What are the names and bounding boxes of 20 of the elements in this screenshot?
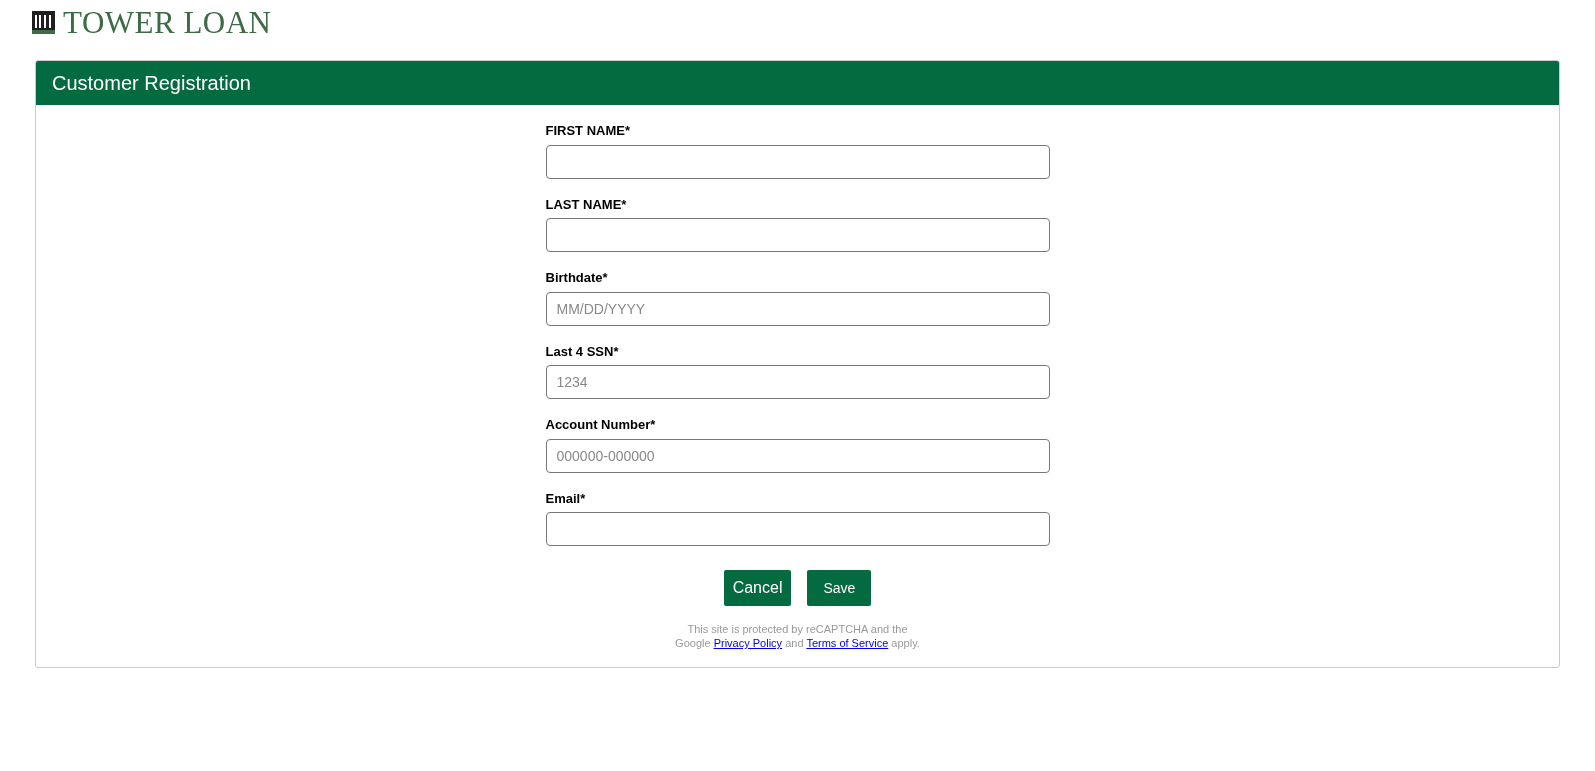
save-button[interactable]: Save (807, 570, 872, 606)
input-field[interactable] (545, 512, 1050, 546)
field-label: Birthdate* (545, 269, 609, 287)
cancel-button[interactable]: Cancel (723, 570, 792, 606)
input-field[interactable]: 1234 (545, 365, 1050, 399)
input-field[interactable]: MM/DD/YYYY (545, 291, 1050, 326)
field-label: Email* (545, 489, 587, 508)
terms-link[interactable]: Terms of Service (806, 637, 889, 650)
field-label: LAST NAME* (545, 195, 628, 214)
card-title: Customer Registration (36, 61, 1559, 105)
field-label: Last 4 SSN* (545, 342, 620, 361)
input-field[interactable] (545, 144, 1050, 179)
logo-icon (32, 10, 55, 34)
input-field[interactable]: 000000-000000 (545, 438, 1050, 473)
field-label: FIRST NAME* (545, 122, 631, 140)
field-label: Account Number* (545, 416, 657, 434)
recaptcha-notice: This site is protected by reCAPTCHA and the Google Privacy Policy and Terms of Service apply. (674, 622, 921, 651)
logo-text: TOWER LOAN (63, 6, 272, 38)
privacy-policy-link[interactable]: Privacy Policy (713, 637, 783, 650)
input-field[interactable] (545, 218, 1050, 252)
